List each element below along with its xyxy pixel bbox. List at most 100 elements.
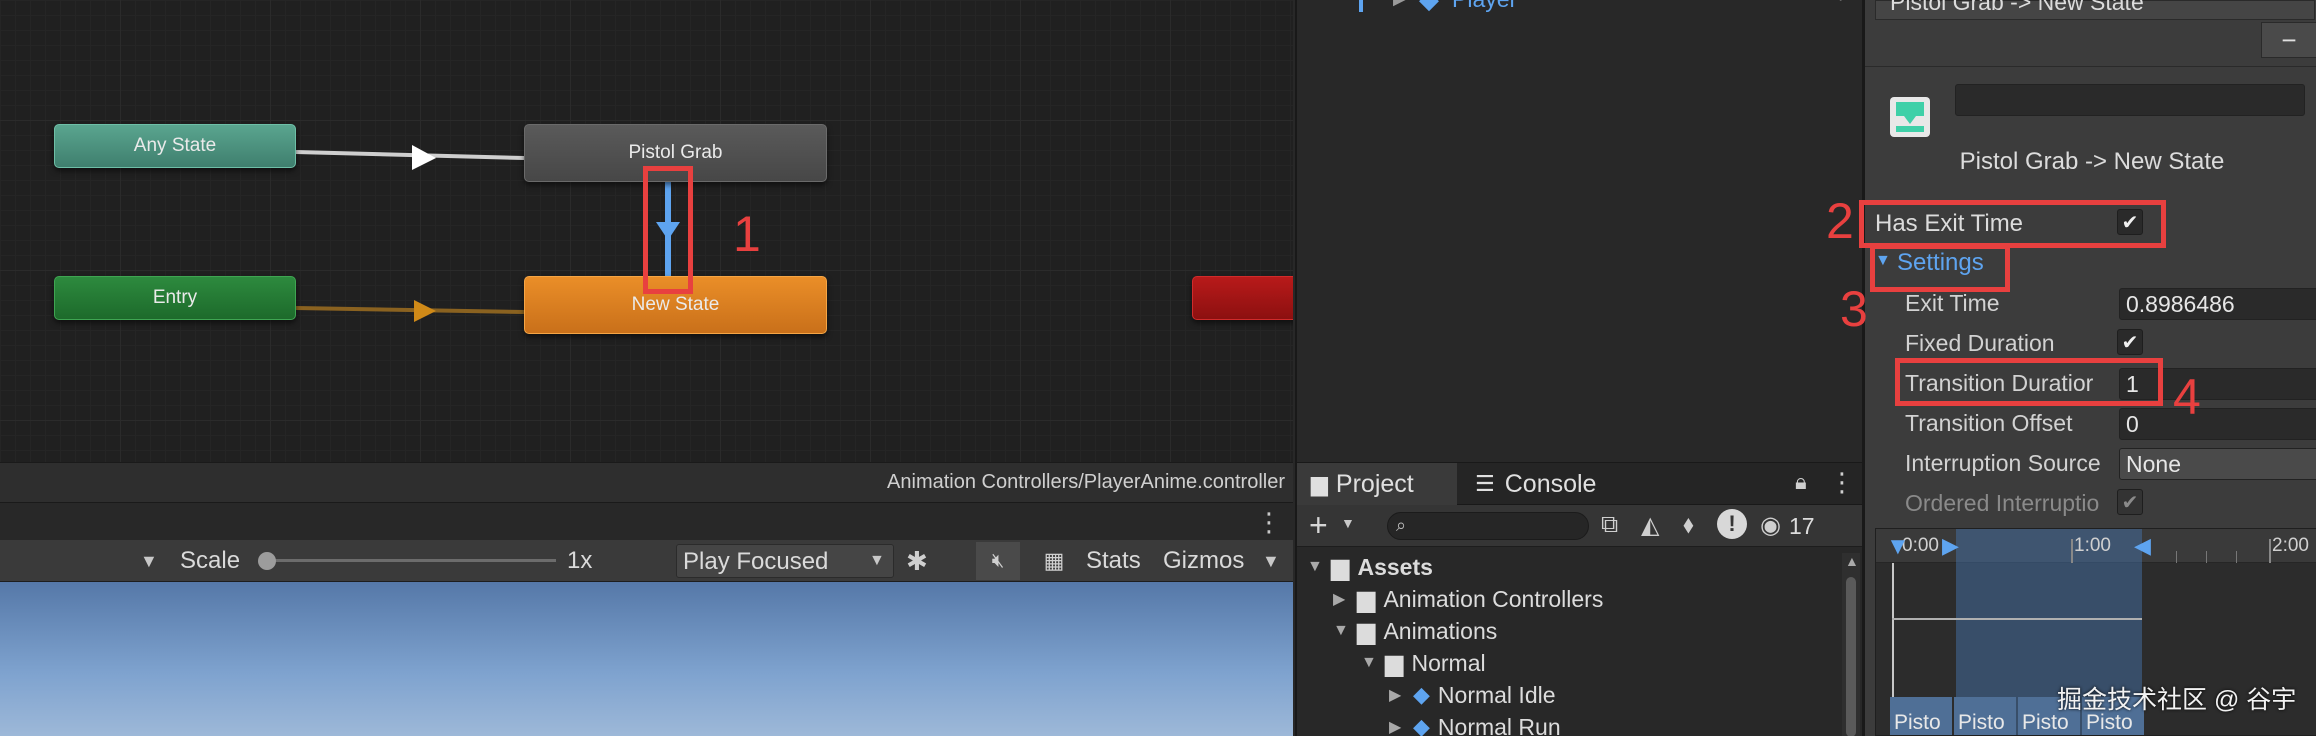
entry-to-new-arrowhead xyxy=(414,300,436,322)
shapes-filter-icon[interactable]: ◭ xyxy=(1641,511,1659,540)
stats-button[interactable]: Stats xyxy=(1086,540,1141,582)
divider xyxy=(1865,66,2316,67)
more-options-icon[interactable]: ⋮ xyxy=(1256,507,1282,538)
timeline-tick xyxy=(2269,539,2271,563)
any-to-pistol-arrowhead xyxy=(412,145,436,170)
animator-footer: Animation Controllers/PlayerAnime.contro… xyxy=(0,462,1293,502)
tree-label: Assets xyxy=(1357,553,1433,580)
controller-path: Animation Controllers/PlayerAnime.contro… xyxy=(887,471,1285,493)
transition-start-handle-icon[interactable]: ▶ xyxy=(1942,533,1959,559)
remove-transition-button[interactable]: − xyxy=(2261,22,2316,58)
tab-project[interactable]: ▆ Project xyxy=(1297,463,1457,505)
collapsed-arrow-icon: ▶ xyxy=(1389,719,1402,736)
any-state-node[interactable]: Any State xyxy=(54,124,296,168)
scale-slider-track xyxy=(266,559,556,562)
animator-graph[interactable]: Any State Entry Pistol Grab New State 1 xyxy=(0,0,1293,462)
eye-icon[interactable]: ◉ xyxy=(1760,511,1781,540)
annotation-box-1 xyxy=(643,166,693,294)
any-to-pistol-line xyxy=(295,150,525,160)
search-input[interactable]: ⌕ xyxy=(1387,512,1589,540)
timeline-tick xyxy=(2071,539,2073,563)
gizmos-dropdown-arrow-icon[interactable]: ▼ xyxy=(1262,540,1280,582)
tab-project-label: Project xyxy=(1335,469,1414,498)
game-tab-bar: ⋮ xyxy=(0,502,1293,540)
watermark: 掘金技术社区 @ 谷宇 xyxy=(2057,686,2297,714)
entry-to-new-line xyxy=(295,306,525,314)
scale-slider[interactable] xyxy=(258,552,558,570)
add-dropdown-arrow-icon[interactable]: ▼ xyxy=(1341,515,1355,531)
tab-console[interactable]: ☰ Console xyxy=(1475,463,1596,505)
expanded-arrow-icon: ▼ xyxy=(1333,622,1349,639)
add-icon[interactable]: + xyxy=(1309,507,1328,544)
chevron-right-icon[interactable]: › xyxy=(1839,0,1845,7)
search-icon: ⌕ xyxy=(1396,515,1407,535)
ordered-interruption-checkbox: ✔ xyxy=(2117,489,2143,515)
bug-icon[interactable]: ✱ xyxy=(906,540,928,582)
play-mode-dropdown[interactable]: Play Focused ▼ xyxy=(676,544,894,578)
transition-offset-label: Transition Offset xyxy=(1905,410,2073,436)
scrollbar-thumb[interactable] xyxy=(1846,577,1856,736)
chevron-down-icon: ▼ xyxy=(869,552,885,569)
transition-title: Pistol Grab -> New State xyxy=(1959,148,2225,175)
mute-audio-icon[interactable]: 🔇︎ xyxy=(976,542,1020,580)
tree-row-normal[interactable]: ▼ ▆ Normal xyxy=(1361,647,1486,679)
tree-label: Normal Run xyxy=(1437,713,1561,736)
scroll-up-arrow-icon[interactable]: ▲ xyxy=(1845,553,1859,569)
annotation-box-4 xyxy=(1895,358,2163,406)
cube-icon: ◆ xyxy=(1419,0,1439,15)
folder-icon: ▆ xyxy=(1357,585,1376,613)
folder-open-icon: ▆ xyxy=(1331,553,1350,581)
warning-icon[interactable]: ! xyxy=(1717,509,1747,539)
exit-node[interactable] xyxy=(1192,276,1293,320)
tree-row-normal-run[interactable]: ▶ ◆ Normal Run xyxy=(1389,711,1561,736)
fixed-duration-checkbox[interactable]: ✔ xyxy=(2117,329,2143,355)
annotation-box-2 xyxy=(1859,200,2166,248)
annotation-number-3: 3 xyxy=(1840,281,1868,337)
transition-offset-field[interactable]: 0 xyxy=(2119,408,2316,440)
annotation-number-4: 4 xyxy=(2173,369,2201,425)
search-by-type-icon[interactable]: ⧉ xyxy=(1601,511,1618,539)
lock-icon[interactable]: 🔒︎ xyxy=(1795,469,1807,495)
expanded-arrow-icon: ▼ xyxy=(1361,654,1377,671)
collapsed-arrow-icon: ▶ xyxy=(1389,687,1402,704)
hierarchy-indent-line xyxy=(1359,0,1363,12)
more-options-icon[interactable]: ⋮ xyxy=(1829,467,1855,498)
cube-icon: ◆ xyxy=(1413,714,1430,736)
collapsed-arrow-icon: ▶ xyxy=(1333,591,1346,608)
annotation-number-2: 2 xyxy=(1826,193,1854,249)
playhead-marker-icon[interactable]: ▼ xyxy=(1886,533,1910,561)
timeline-tick-label: 2:00 xyxy=(2272,535,2309,556)
tree-row-animation-controllers[interactable]: ▶ ▆ Animation Controllers xyxy=(1333,583,1603,615)
timeline-tick xyxy=(2176,551,2177,563)
transition-end-handle-icon[interactable]: ◀ xyxy=(2134,533,2151,559)
tab-console-label: Console xyxy=(1504,469,1597,498)
tree-row-animations[interactable]: ▼ ▆ Animations xyxy=(1333,615,1497,647)
gizmos-button[interactable]: Gizmos xyxy=(1163,540,1244,582)
project-scrollbar[interactable]: ▲ xyxy=(1842,553,1860,736)
tree-label: Animation Controllers xyxy=(1383,585,1604,612)
transition-name-field[interactable] xyxy=(1955,84,2305,116)
tree-row-normal-idle[interactable]: ▶ ◆ Normal Idle xyxy=(1389,679,1556,711)
exit-time-field[interactable]: 0.8986486 xyxy=(2119,288,2316,320)
annotation-number-1: 1 xyxy=(733,206,761,262)
fixed-duration-label: Fixed Duration xyxy=(1905,330,2055,356)
hierarchy-item-player[interactable]: Player xyxy=(1452,0,1517,13)
keyboard-shortcuts-icon[interactable]: ▦ xyxy=(1032,542,1076,580)
scale-slider-thumb[interactable] xyxy=(258,552,276,570)
game-viewport[interactable] xyxy=(0,582,1293,736)
tree-row-assets[interactable]: ▼ ▆ Assets xyxy=(1307,551,1433,583)
transition-list-label: Pistol Grab -> New State xyxy=(1890,0,2144,15)
annotation-box-3 xyxy=(1870,244,2010,292)
clip-block: Pisto xyxy=(1954,697,2016,735)
display-dropdown-arrow-icon[interactable]: ▼ xyxy=(140,540,158,582)
folder-open-icon: ▆ xyxy=(1357,617,1376,645)
transition-list-item[interactable]: Pistol Grab -> New State xyxy=(1875,0,2315,20)
entry-node[interactable]: Entry xyxy=(54,276,296,320)
scale-label: Scale xyxy=(180,547,241,574)
expand-arrow-icon[interactable]: ▶ xyxy=(1393,0,1407,9)
hierarchy-panel: ▶ ◆ Player › xyxy=(1295,0,1862,462)
folder-open-icon: ▆ xyxy=(1385,649,1404,677)
label-tag-icon[interactable]: ⬧ xyxy=(1683,511,1694,539)
interruption-source-dropdown[interactable]: None xyxy=(2119,448,2316,480)
timeline-tick-label: 1:00 xyxy=(2074,535,2111,556)
